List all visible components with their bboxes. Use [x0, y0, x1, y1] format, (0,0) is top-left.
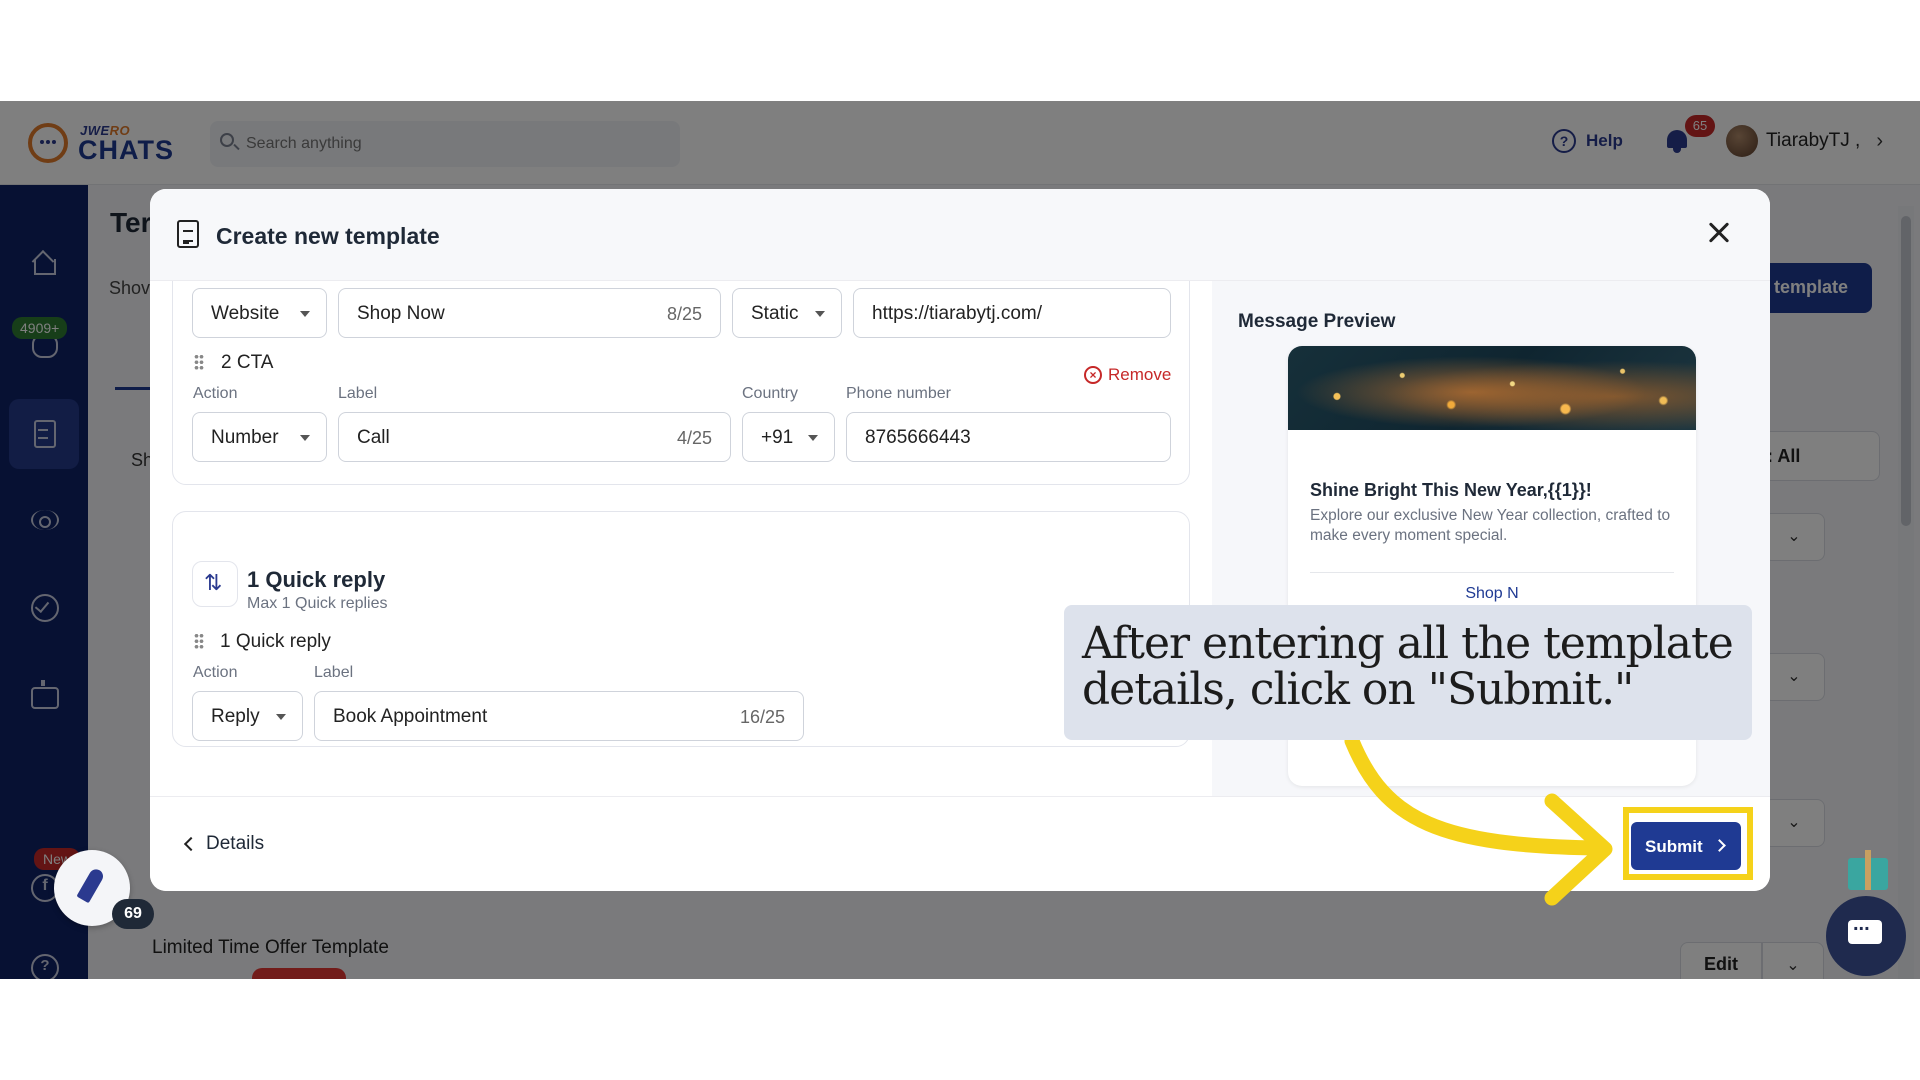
rocket-count-badge: 69: [112, 899, 154, 929]
live-chat-icon[interactable]: [1826, 896, 1906, 976]
app-frame: JWERO CHATS ? Help 65 TiarabyTJ , › 4909…: [0, 101, 1920, 979]
tutorial-callout: After entering all the template details,…: [1064, 605, 1752, 740]
gift-icon[interactable]: [1838, 838, 1896, 896]
tutorial-arrow-icon: [1344, 733, 1613, 906]
callout-text: After entering all the template details,…: [1082, 618, 1734, 715]
